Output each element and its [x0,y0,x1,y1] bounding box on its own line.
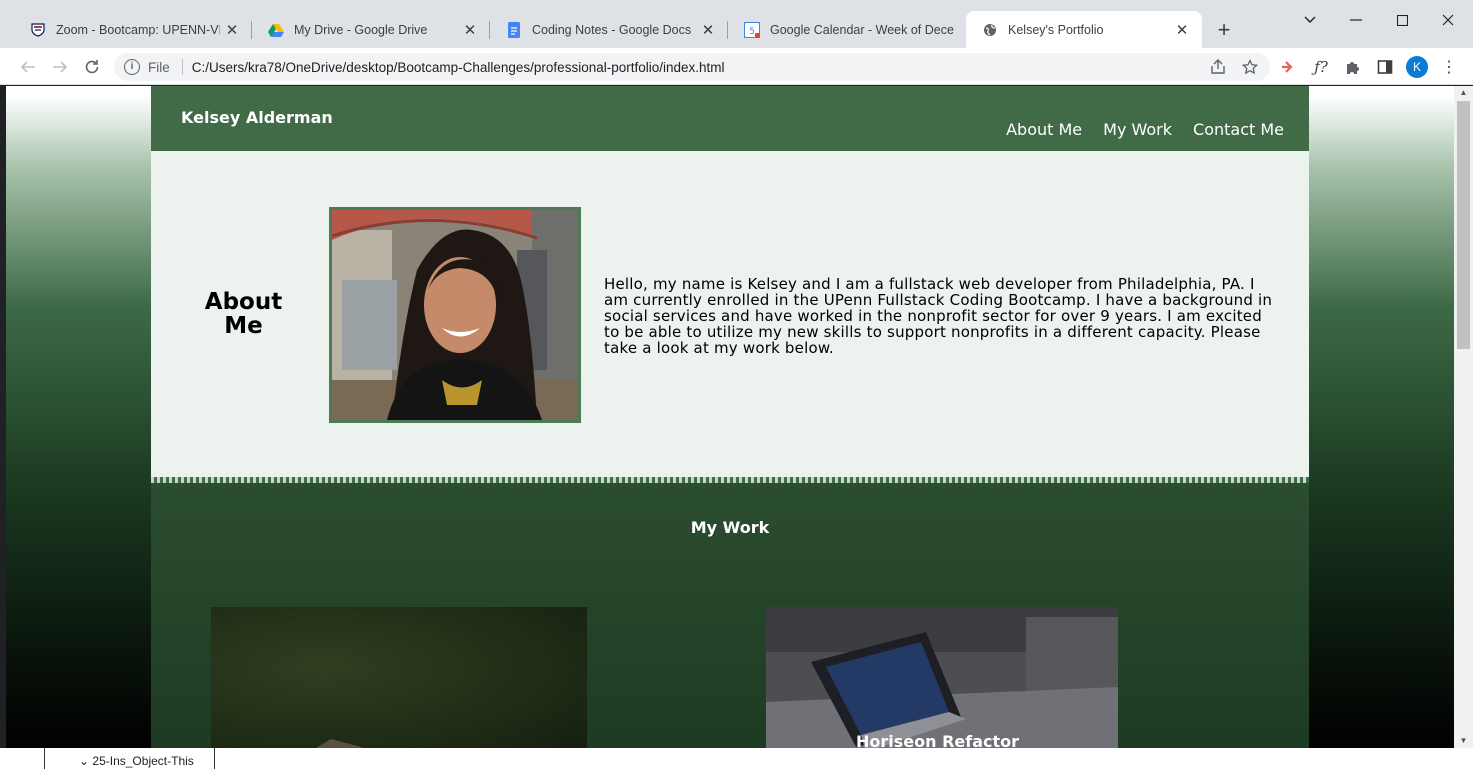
tab-title: Zoom - Bootcamp: UPENN-VIRT- [56,22,220,37]
about-paragraph: Hello, my name is Kelsey and I am a full… [604,275,1273,357]
upenn-shield-icon [30,22,46,38]
google-calendar-icon: 5 [744,21,760,38]
tab-title: Google Calendar - Week of Dece [770,22,954,37]
google-drive-icon [268,22,284,38]
my-work-heading: My Work [690,518,770,537]
url-text[interactable]: C:/Users/kra78/OneDrive/desktop/Bootcamp… [192,60,1206,75]
svg-text:5: 5 [749,27,755,37]
tab-title: Coding Notes - Google Docs [532,22,692,37]
address-divider [181,59,183,75]
project-title: Horiseon Refactor [856,732,1020,748]
extensions-puzzle-icon[interactable] [1342,56,1364,78]
project-card-horiseon-refactor[interactable]: Horiseon Refactor [766,607,1118,748]
about-section: About Me Hello, my name is Kelsey and I … [151,151,1309,477]
explorer-strip: ⌄ 25-Ins_Object-This [0,748,1473,769]
nav-link-about-me[interactable]: About Me [1006,120,1082,139]
bookmark-star-icon[interactable] [1238,55,1262,79]
strip-divider [44,748,45,769]
tab-google-drive[interactable]: My Drive - Google Drive ✕ [252,11,490,48]
close-tab-icon[interactable]: ✕ [1174,22,1190,39]
forward-arrow-icon[interactable] [47,54,73,80]
folder-name: 25-Ins_Object-This [92,754,194,768]
nav-link-contact-me[interactable]: Contact Me [1193,120,1284,139]
tab-search-chevron-icon[interactable] [1287,6,1333,34]
reload-icon[interactable] [79,54,105,80]
back-arrow-icon[interactable] [15,54,41,80]
profile-avatar[interactable]: K [1406,56,1428,78]
side-panel-icon[interactable] [1374,56,1396,78]
maximize-window-icon[interactable] [1379,6,1425,34]
page-scrollbar[interactable]: ▲ ▼ [1454,86,1473,748]
google-docs-icon [506,21,522,38]
share-icon[interactable] [1206,55,1230,79]
more-options-icon[interactable]: ⋮ [1438,56,1460,78]
site-nav: About Me My Work Contact Me [1006,120,1284,139]
tab-kelseys-portfolio[interactable]: Kelsey's Portfolio ✕ [966,11,1202,48]
close-tab-icon[interactable]: ✕ [224,22,240,39]
font-finder-icon[interactable]: ƒ? [1310,56,1332,78]
chevron-down-icon: ⌄ [79,754,90,768]
tab-title: My Drive - Google Drive [294,22,428,37]
tab-google-docs[interactable]: Coding Notes - Google Docs ✕ [490,11,728,48]
scrollbar-thumb[interactable] [1457,101,1470,349]
new-tab-button[interactable]: + [1211,18,1237,44]
browser-toolbar: i File C:/Users/kra78/OneDrive/desktop/B… [0,48,1473,85]
site-info-icon[interactable]: i [124,59,140,75]
address-bar[interactable]: i File C:/Users/kra78/OneDrive/desktop/B… [114,53,1270,81]
close-window-icon[interactable] [1425,6,1471,34]
my-work-section: My Work Horiseon Refactor [151,483,1309,748]
close-tab-icon[interactable]: ✕ [700,22,716,39]
tab-title: Kelsey's Portfolio [1008,22,1104,37]
globe-icon [982,22,998,38]
site-brand: Kelsey Alderman [181,108,333,127]
close-tab-icon[interactable]: ✕ [462,22,478,39]
site-header: Kelsey Alderman About Me My Work Contact… [151,86,1309,151]
scheme-label: File [148,59,170,75]
page-viewport: Kelsey Alderman About Me My Work Contact… [6,86,1454,748]
folder-tree-item[interactable]: ⌄ 25-Ins_Object-This [79,754,194,768]
scroll-down-arrow-icon[interactable]: ▼ [1454,734,1473,748]
browser-tab-strip: Zoom - Bootcamp: UPENN-VIRT- ✕ My Drive … [0,0,1473,48]
minimize-window-icon[interactable] [1333,6,1379,34]
extension-arrow-icon[interactable] [1277,56,1299,78]
tab-google-calendar[interactable]: 5 Google Calendar - Week of Dece [728,11,966,48]
scroll-up-arrow-icon[interactable]: ▲ [1454,86,1473,100]
nav-link-my-work[interactable]: My Work [1103,120,1172,139]
profile-photo [329,207,581,423]
strip-divider [214,748,215,769]
project-card-image-1[interactable] [211,607,587,748]
tab-zoom[interactable]: Zoom - Bootcamp: UPENN-VIRT- ✕ [14,11,252,48]
portfolio-page: Kelsey Alderman About Me My Work Contact… [151,86,1309,748]
about-heading: About Me [204,289,283,339]
